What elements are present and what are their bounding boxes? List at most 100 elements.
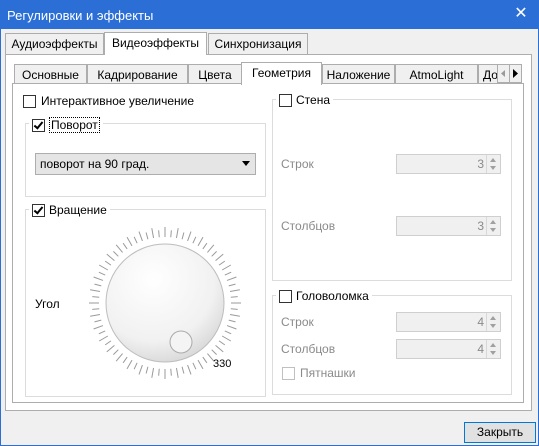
wall-cols-stepper[interactable] bbox=[486, 217, 500, 235]
dial-tick bbox=[90, 313, 101, 317]
puzzle-cols-spinbox[interactable]: 4 bbox=[396, 339, 501, 359]
dial-tick bbox=[187, 364, 192, 375]
wall-checkbox[interactable] bbox=[279, 93, 292, 107]
puzzle-checkbox[interactable] bbox=[279, 289, 292, 303]
dial-tick bbox=[218, 260, 226, 266]
dial-tick bbox=[93, 325, 104, 330]
tab-video-effects[interactable]: Видеоэффекты bbox=[104, 32, 207, 55]
rotation-checkbox[interactable] bbox=[32, 203, 45, 217]
dial-tick bbox=[202, 356, 208, 364]
tab-colors[interactable]: Цвета bbox=[188, 64, 242, 85]
arrow-down-icon bbox=[490, 351, 496, 355]
dial-tick bbox=[122, 242, 128, 250]
dial-tick bbox=[115, 244, 123, 253]
dial-tick bbox=[106, 345, 115, 353]
wall-group-title[interactable]: Стена bbox=[276, 93, 334, 107]
dial-tick bbox=[211, 251, 217, 257]
dial-tick bbox=[218, 340, 226, 346]
dial-tick bbox=[197, 359, 204, 370]
dial-tick bbox=[228, 283, 236, 287]
interactive-zoom-option[interactable]: Интерактивное увеличение bbox=[23, 94, 194, 108]
tab-atmolight[interactable]: AtmoLight bbox=[395, 64, 478, 85]
dial-tick bbox=[192, 236, 197, 244]
dial-tick bbox=[207, 244, 215, 253]
puzzle-rows-label: Строк bbox=[281, 315, 314, 329]
fifteen-puzzle-checkbox[interactable] bbox=[282, 366, 295, 380]
dial-tick bbox=[94, 283, 102, 287]
wall-cols-spinbox[interactable]: 3 bbox=[396, 216, 501, 236]
dial-tick bbox=[104, 260, 112, 266]
close-icon[interactable]: ✕ bbox=[512, 5, 530, 23]
dial-tick bbox=[187, 231, 192, 242]
chevron-left-icon bbox=[501, 70, 505, 77]
tab-geometry[interactable]: Геометрия bbox=[241, 62, 322, 85]
dial-tick bbox=[170, 368, 172, 376]
puzzle-rows-stepper[interactable] bbox=[486, 313, 500, 331]
tab-crop[interactable]: Кадрирование bbox=[87, 64, 188, 85]
dial-tick bbox=[133, 236, 138, 244]
puzzle-cols-value: 4 bbox=[477, 342, 484, 356]
wall-group bbox=[272, 99, 512, 281]
dial-tick bbox=[98, 271, 106, 276]
chevron-right-icon bbox=[513, 69, 518, 78]
tab-synchronization[interactable]: Синхронизация bbox=[208, 33, 308, 54]
tab-overlay[interactable]: Наложение bbox=[322, 64, 395, 85]
dial-tick bbox=[92, 296, 100, 298]
dial-tick bbox=[215, 345, 224, 353]
wall-rows-spinbox[interactable]: 3 bbox=[396, 154, 501, 174]
rotate-checkbox[interactable] bbox=[32, 118, 45, 132]
rotation-group-title[interactable]: Вращение bbox=[29, 203, 110, 217]
tab-basic[interactable]: Основные bbox=[14, 64, 87, 85]
dial-tick bbox=[133, 362, 138, 370]
dial-tick bbox=[113, 349, 119, 355]
puzzle-rows-spinbox[interactable]: 4 bbox=[396, 312, 501, 332]
dial-tick bbox=[93, 276, 104, 281]
arrow-down-icon bbox=[490, 228, 496, 232]
chevron-down-icon bbox=[242, 161, 250, 166]
puzzle-cols-stepper[interactable] bbox=[486, 340, 500, 358]
dial-tick bbox=[228, 319, 236, 323]
arrow-down-icon bbox=[490, 166, 496, 170]
fifteen-puzzle-option[interactable]: Пятнашки bbox=[282, 366, 356, 380]
fifteen-puzzle-label: Пятнашки bbox=[300, 366, 356, 380]
rotate-group-title[interactable]: Поворот bbox=[29, 117, 103, 133]
wall-cols-label: Столбцов bbox=[281, 219, 336, 233]
dial-tick bbox=[226, 276, 237, 281]
angle-value: 330 bbox=[213, 358, 232, 370]
wall-rows-stepper[interactable] bbox=[486, 155, 500, 173]
dial-tick bbox=[221, 335, 232, 342]
arrow-up-icon bbox=[490, 158, 496, 162]
rotate-select[interactable]: поворот на 90 град. bbox=[35, 153, 256, 175]
dial-tick bbox=[175, 228, 179, 239]
dial-tick bbox=[145, 366, 149, 374]
dialog-window: Регулировки и эффекты ✕ Аудиоэффекты Вид… bbox=[0, 0, 539, 446]
dial-tick bbox=[98, 335, 109, 342]
dial-tick bbox=[151, 228, 155, 239]
rotation-label: Вращение bbox=[49, 203, 107, 217]
puzzle-cols-label: Столбцов bbox=[281, 342, 336, 356]
dial-tick bbox=[197, 236, 204, 247]
dial-tick bbox=[145, 232, 149, 240]
close-button[interactable]: Закрыть bbox=[464, 422, 536, 443]
wall-cols-value: 3 bbox=[477, 219, 484, 233]
dial-tick bbox=[138, 364, 143, 375]
dial-tick bbox=[122, 356, 128, 364]
dial-tick bbox=[104, 340, 112, 346]
dial-tick bbox=[115, 353, 123, 362]
interactive-zoom-checkbox[interactable] bbox=[23, 94, 36, 108]
dial-tick bbox=[126, 359, 133, 370]
dial-tick bbox=[98, 330, 106, 335]
title-bar: Регулировки и эффекты ✕ bbox=[1, 1, 538, 29]
dial-tick bbox=[175, 367, 179, 378]
arrow-up-icon bbox=[490, 343, 496, 347]
dial-tick bbox=[151, 367, 155, 378]
dial-tick bbox=[221, 264, 232, 271]
dial-tick bbox=[181, 232, 185, 240]
puzzle-label: Головоломка bbox=[296, 289, 369, 303]
tab-scroll-right-button[interactable] bbox=[509, 64, 522, 83]
rotate-label: Поворот bbox=[49, 117, 100, 133]
dial-tick bbox=[230, 296, 238, 298]
puzzle-group-title[interactable]: Головоломка bbox=[276, 289, 372, 303]
tab-audio-effects[interactable]: Аудиоэффекты bbox=[5, 33, 104, 54]
wall-label: Стена bbox=[296, 93, 331, 107]
